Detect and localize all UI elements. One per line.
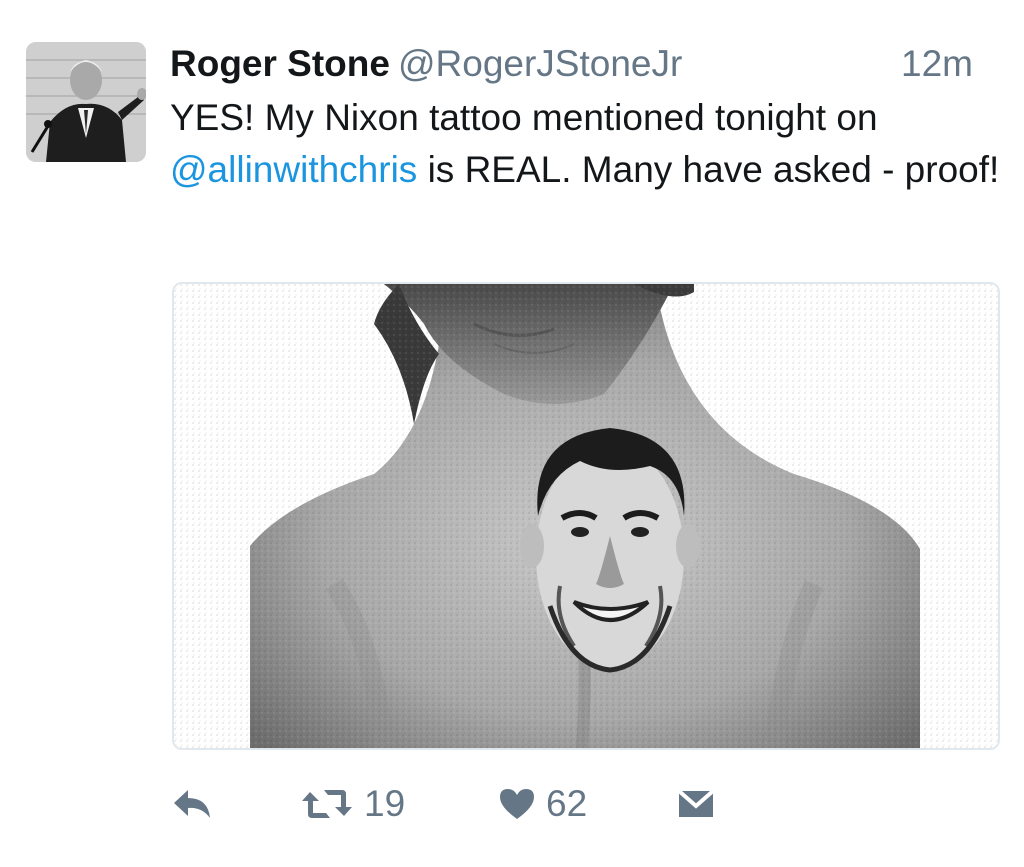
like-count: 62 [546, 783, 588, 824]
timestamp[interactable]: 12m [901, 40, 973, 88]
direct-message-icon [676, 788, 716, 820]
avatar[interactable] [26, 42, 146, 162]
heart-icon [498, 787, 536, 821]
reply-icon [172, 786, 214, 822]
display-name[interactable]: Roger Stone [170, 43, 390, 84]
retweet-icon [300, 786, 354, 822]
tweet-header: Roger Stone @RogerJStoneJr 12m [170, 40, 1000, 88]
tweet-text-part2: is REAL. Many have asked - proof! [417, 149, 1000, 190]
retweet-count: 19 [364, 783, 406, 824]
username[interactable]: @RogerJStoneJr [398, 43, 682, 84]
tweet-text-part1: YES! My Nixon tattoo mentioned tonight o… [170, 97, 878, 138]
direct-message-button[interactable] [676, 778, 716, 830]
like-button[interactable]: 62 [498, 778, 587, 830]
tweet[interactable]: Roger Stone @RogerJStoneJr 12m YES! My Ni… [0, 0, 1024, 867]
tweet-actions: 19 62 [172, 778, 732, 830]
tweet-text: YES! My Nixon tattoo mentioned tonight o… [170, 92, 1000, 196]
retweet-button[interactable]: 19 [300, 778, 405, 830]
tweet-media-image[interactable] [172, 282, 1000, 750]
mention-link[interactable]: @allinwithchris [170, 149, 417, 190]
reply-button[interactable] [172, 778, 214, 830]
